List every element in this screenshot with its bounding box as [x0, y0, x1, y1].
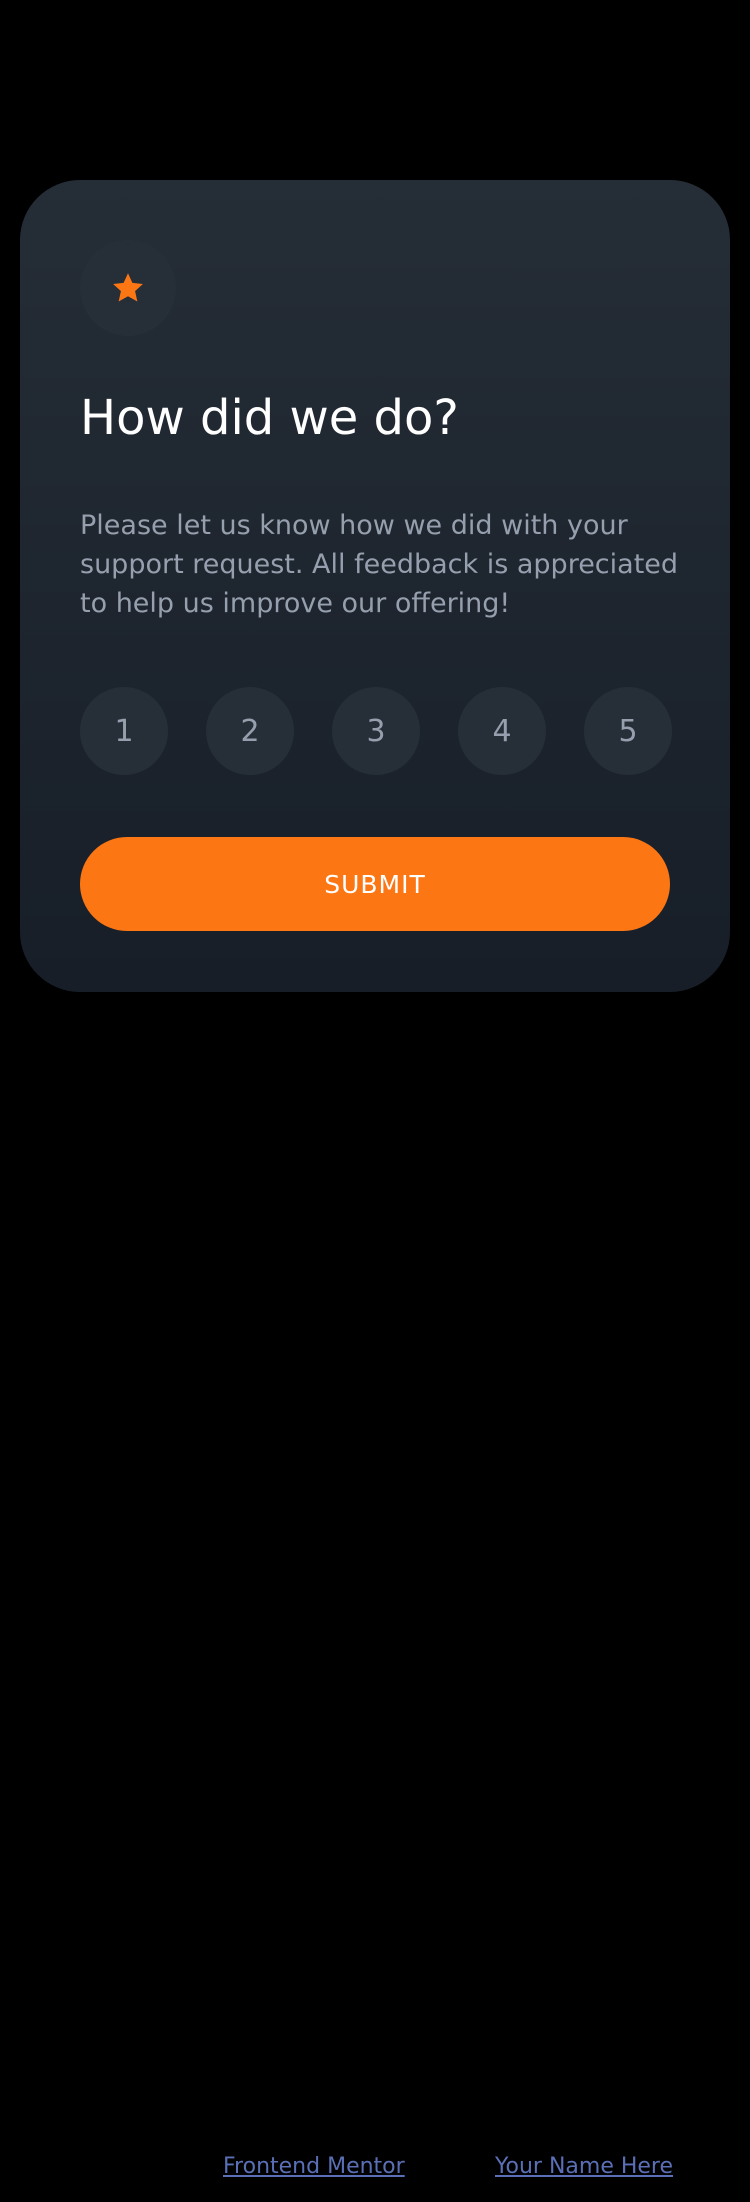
rating-card: How did we do? Please let us know how we… [20, 180, 730, 992]
star-badge [80, 240, 176, 336]
rating-option-2[interactable]: 2 [206, 687, 294, 775]
submit-button[interactable]: SUBMIT [80, 837, 670, 931]
rating-option-4[interactable]: 4 [458, 687, 546, 775]
card-title: How did we do? [80, 390, 459, 446]
rating-options: 1 2 3 4 5 [80, 687, 672, 777]
attribution: Frontend Mentor Your Name Here [0, 2154, 750, 2184]
star-icon [113, 273, 143, 302]
rating-option-1[interactable]: 1 [80, 687, 168, 775]
card-description: Please let us know how we did with your … [80, 510, 679, 619]
author-link[interactable]: Your Name Here [495, 2154, 673, 2179]
rating-option-3[interactable]: 3 [332, 687, 420, 775]
rating-option-5[interactable]: 5 [584, 687, 672, 775]
frontend-mentor-link[interactable]: Frontend Mentor [223, 2154, 405, 2179]
